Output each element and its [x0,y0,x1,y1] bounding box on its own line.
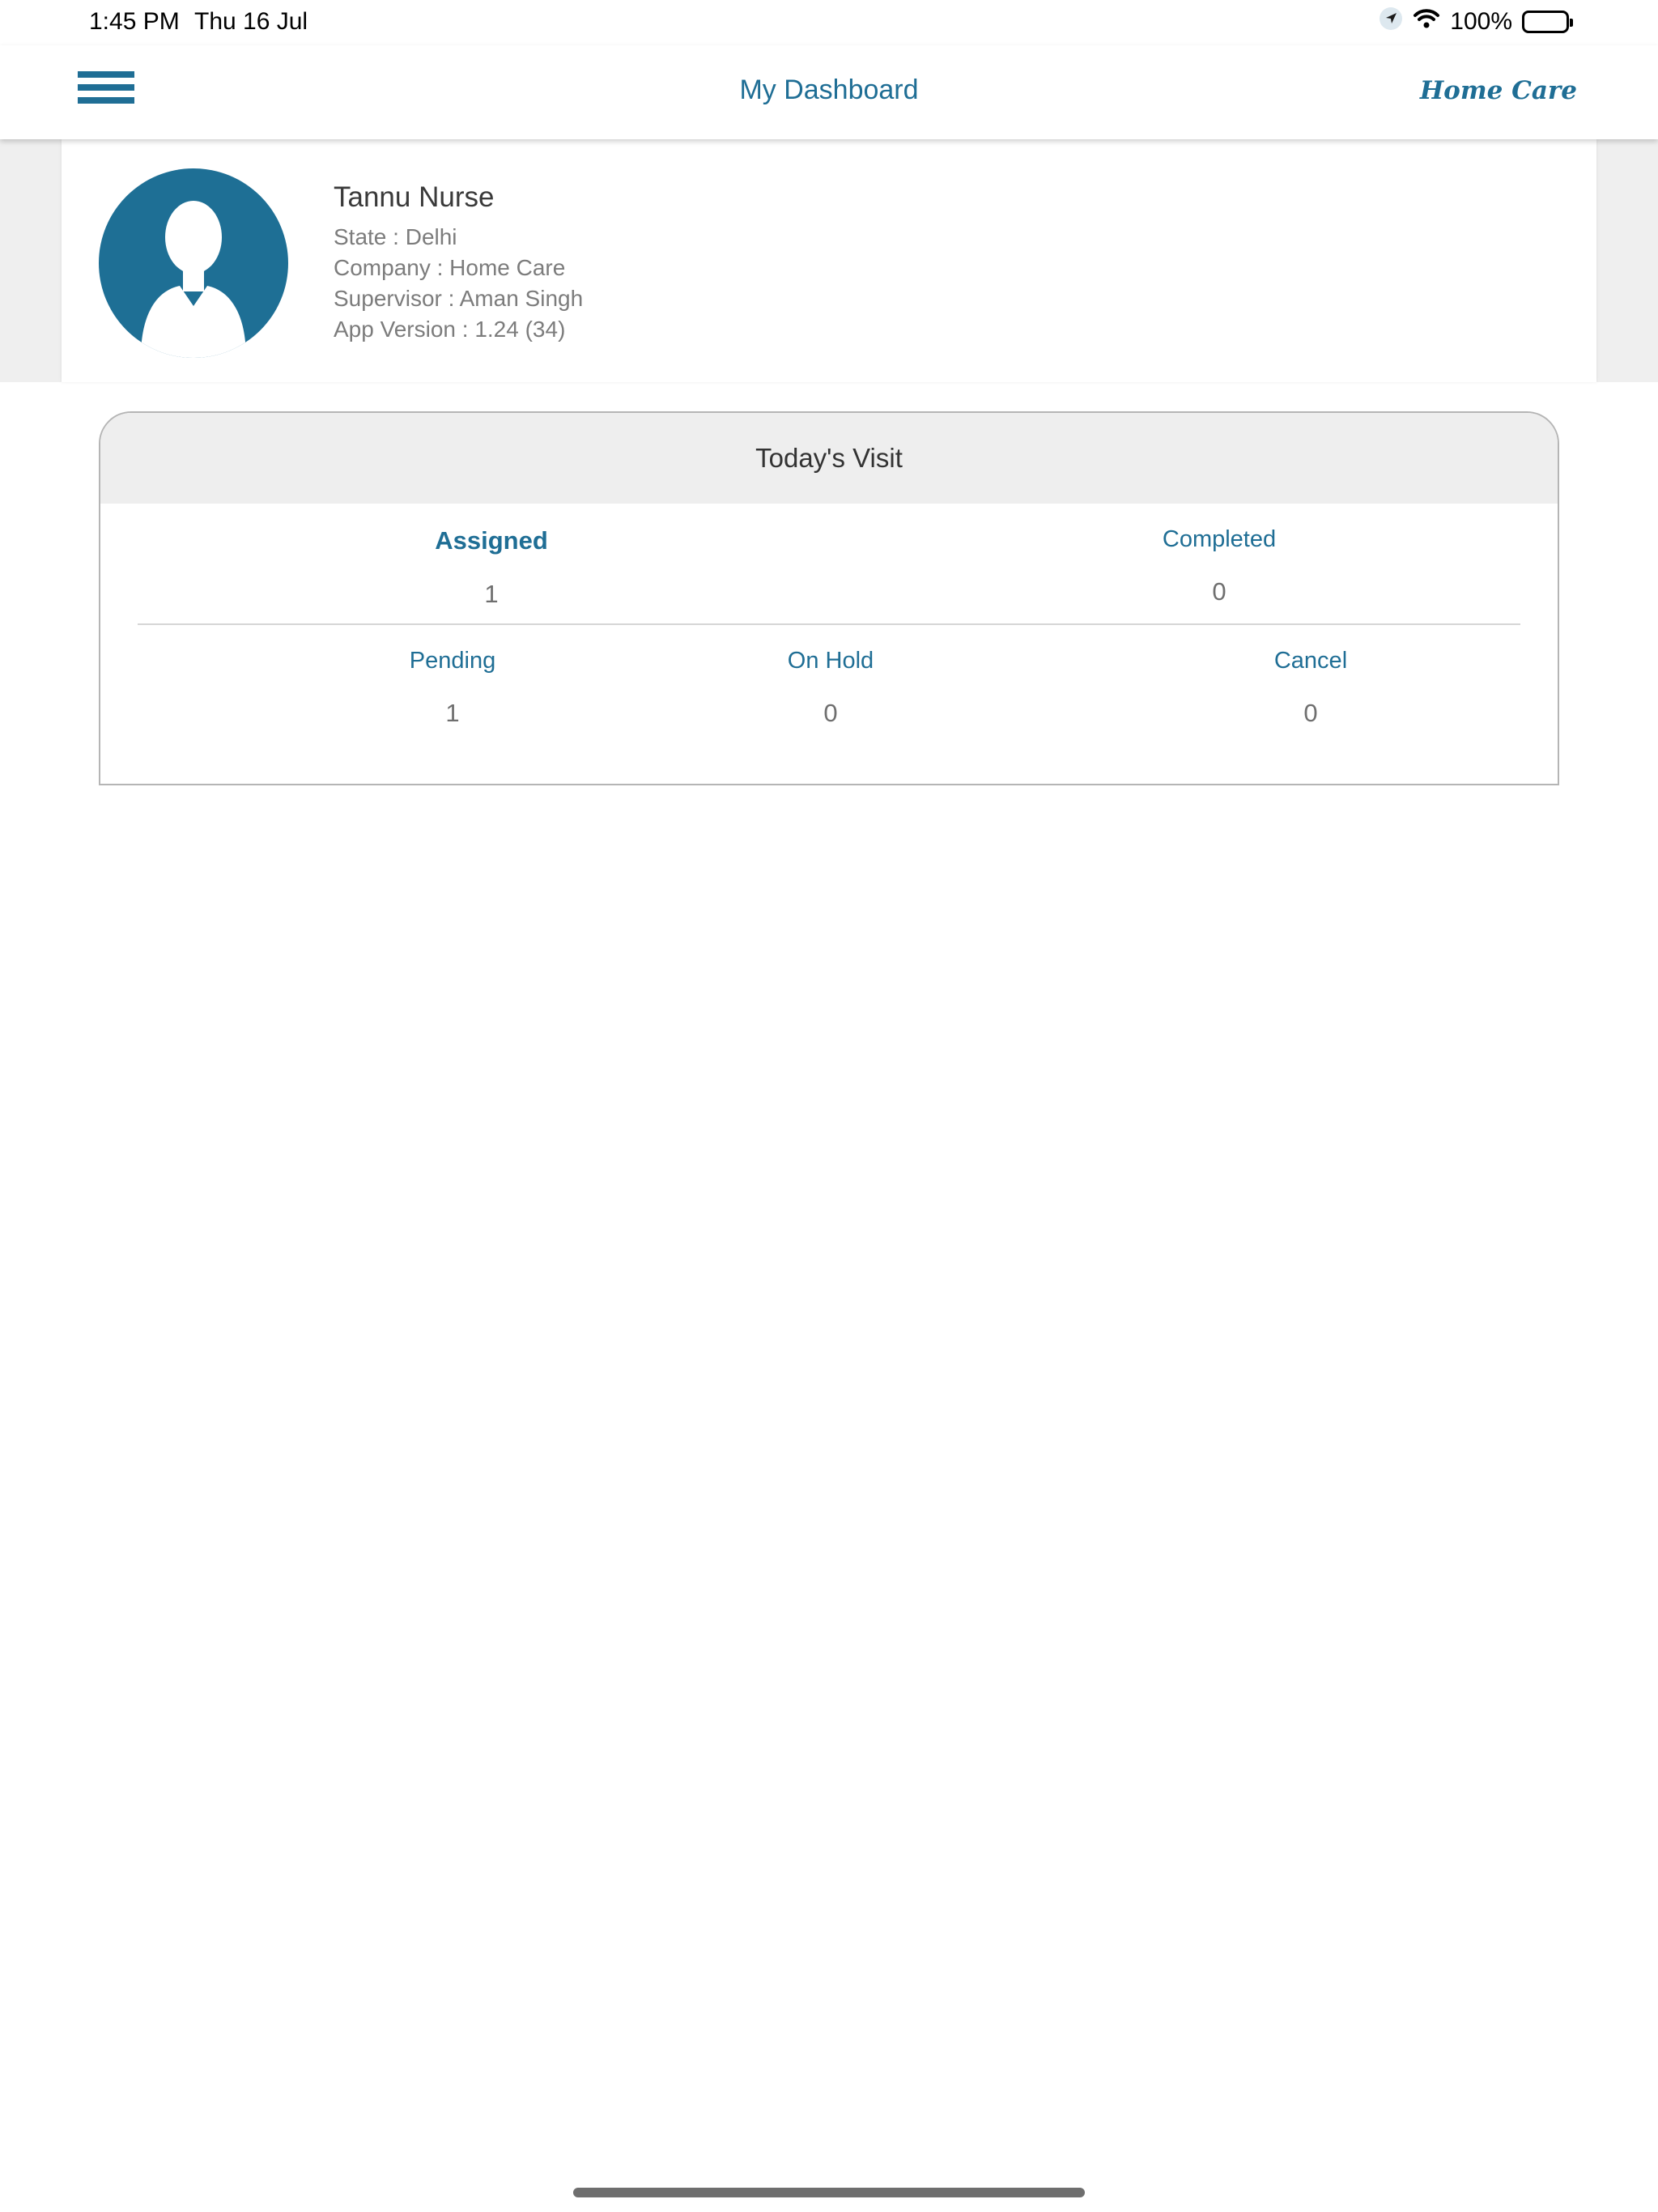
stat-on-hold-label: On Hold [787,648,874,674]
divider [138,623,1520,625]
wifi-icon [1413,8,1440,36]
stat-completed[interactable]: Completed 0 [1057,526,1381,606]
stat-cancel-value: 0 [1303,699,1318,727]
profile-card: Tannu Nurse State : Delhi Company : Home… [62,139,1596,382]
battery-percent: 100% [1450,8,1512,35]
stat-pending-value: 1 [445,699,460,727]
page-title: My Dashboard [739,74,919,105]
profile-company: Company : Home Care [334,255,566,280]
stat-cancel-label: Cancel [1273,648,1348,674]
profile-band: Tannu Nurse State : Delhi Company : Home… [0,139,1658,382]
location-icon [1379,6,1403,37]
stat-cancel[interactable]: Cancel 0 [1149,648,1473,728]
stat-assigned-label: Assigned [435,526,548,555]
profile-app-version: App Version : 1.24 (34) [334,317,566,342]
user-avatar-icon [99,168,288,358]
brand-logo: Home Care [1419,76,1577,105]
status-indicators: 100% [1379,6,1573,37]
navigation-bar: My Dashboard Home Care [0,45,1658,139]
status-bar: 1:45 PM Thu 16 Jul 100% [0,0,1658,45]
status-date: Thu 16 Jul [194,8,308,35]
stat-pending-label: Pending [409,648,496,674]
stat-on-hold-value: 0 [823,699,838,727]
battery-icon [1522,11,1573,33]
stat-completed-label: Completed [1162,526,1277,552]
todays-visit-title: Today's Visit [100,413,1558,504]
status-time: 1:45 PM [89,8,180,35]
profile-state: State : Delhi [334,224,457,249]
stat-completed-value: 0 [1212,577,1226,606]
stat-assigned[interactable]: Assigned 1 [329,526,653,609]
todays-visit-card: Today's Visit Assigned 1 Completed 0 Pen… [99,411,1559,785]
profile-supervisor: Supervisor : Aman Singh [334,286,584,311]
stat-pending[interactable]: Pending 1 [291,648,614,728]
home-indicator[interactable] [573,2188,1085,2197]
profile-info: Tannu Nurse State : Delhi Company : Home… [334,181,583,345]
stat-on-hold[interactable]: On Hold 0 [669,648,993,728]
profile-name: Tannu Nurse [334,181,495,213]
stat-assigned-value: 1 [484,580,499,608]
